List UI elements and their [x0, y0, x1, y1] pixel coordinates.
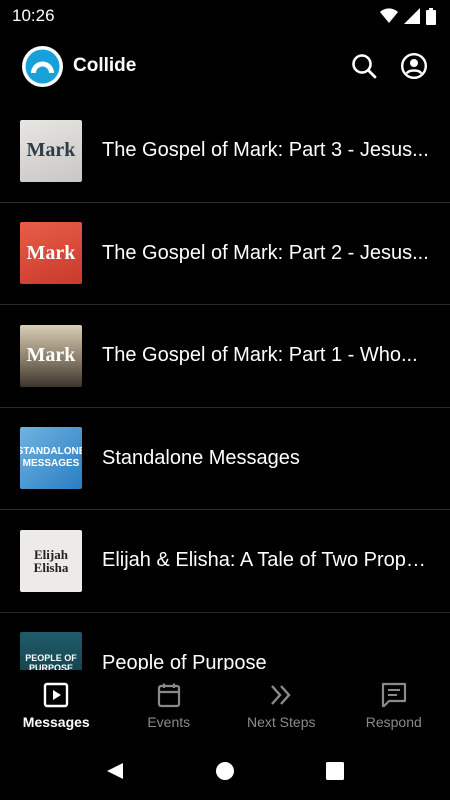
item-title: The Gospel of Mark: Part 3 - Jesus...: [102, 139, 429, 162]
app-title: Collide: [73, 55, 137, 76]
profile-button[interactable]: [396, 48, 432, 84]
list-item[interactable]: Mark The Gospel of Mark: Part 1 - Who...: [0, 305, 450, 408]
series-list: Mark The Gospel of Mark: Part 3 - Jesus.…: [0, 100, 450, 670]
tab-label: Events: [147, 714, 191, 730]
wifi-icon: [380, 8, 398, 23]
play-square-icon: [44, 682, 69, 708]
recents-icon[interactable]: [325, 761, 345, 781]
item-title: People of Purpose: [102, 651, 267, 670]
double-chevron-icon: [271, 685, 291, 705]
list-item[interactable]: Mark The Gospel of Mark: Part 2 - Jesus.…: [0, 203, 450, 305]
tab-messages[interactable]: Messages: [0, 670, 113, 742]
bottom-tab-bar: Messages Events Next Steps Respond: [0, 670, 450, 742]
collide-logo-icon: [25, 49, 60, 83]
app-header: Collide: [0, 32, 450, 100]
thumbnail-text: Mark: [26, 139, 76, 162]
tab-respond[interactable]: Respond: [338, 670, 450, 742]
app-logo: [22, 45, 63, 87]
series-thumbnail: Elijah Elisha: [20, 529, 82, 592]
list-item[interactable]: Elijah Elisha Elijah & Elisha: A Tale of…: [0, 510, 450, 613]
thumbnail-text: STANDALONE MESSAGES: [20, 446, 82, 470]
item-title: Standalone Messages: [102, 446, 300, 469]
item-title: The Gospel of Mark: Part 2 - Jesus...: [102, 241, 429, 264]
tab-label: Respond: [365, 714, 422, 730]
status-time: 10:26: [12, 6, 55, 25]
status-icons: [380, 7, 436, 25]
item-title: The Gospel of Mark: Part 1 - Who...: [102, 344, 418, 367]
thumbnail-text: PEOPLE OF PURPOSE: [25, 653, 77, 670]
message-icon: [381, 682, 406, 708]
series-thumbnail: PEOPLE OF PURPOSE: [20, 632, 82, 670]
series-thumbnail: STANDALONE MESSAGES: [20, 427, 82, 490]
tab-next-steps[interactable]: Next Steps: [225, 670, 338, 742]
item-title: Elijah & Elisha: A Tale of Two Prophets: [102, 549, 430, 572]
home-icon[interactable]: [215, 761, 235, 781]
tab-label: Next Steps: [247, 714, 316, 730]
thumbnail-text: Mark: [26, 344, 76, 367]
thumbnail-text: Elijah Elisha: [33, 546, 69, 575]
system-nav-bar: [0, 742, 450, 800]
series-thumbnail: Mark: [20, 222, 82, 285]
search-button[interactable]: [346, 48, 382, 84]
battery-icon: [426, 7, 436, 25]
back-icon[interactable]: [105, 761, 125, 781]
search-icon: [352, 54, 377, 79]
list-item[interactable]: PEOPLE OF PURPOSE People of Purpose: [0, 613, 450, 670]
list-item[interactable]: STANDALONE MESSAGES Standalone Messages: [0, 408, 450, 510]
tab-events[interactable]: Events: [113, 670, 226, 742]
cellular-icon: [404, 8, 420, 24]
tab-label: Messages: [22, 714, 90, 730]
account-icon: [400, 52, 428, 80]
series-thumbnail: Mark: [20, 324, 82, 387]
series-thumbnail: Mark: [20, 119, 82, 182]
status-bar: 10:26: [0, 0, 450, 32]
calendar-icon: [157, 683, 180, 708]
list-item[interactable]: Mark The Gospel of Mark: Part 3 - Jesus.…: [0, 100, 450, 203]
thumbnail-text: Mark: [26, 241, 76, 264]
